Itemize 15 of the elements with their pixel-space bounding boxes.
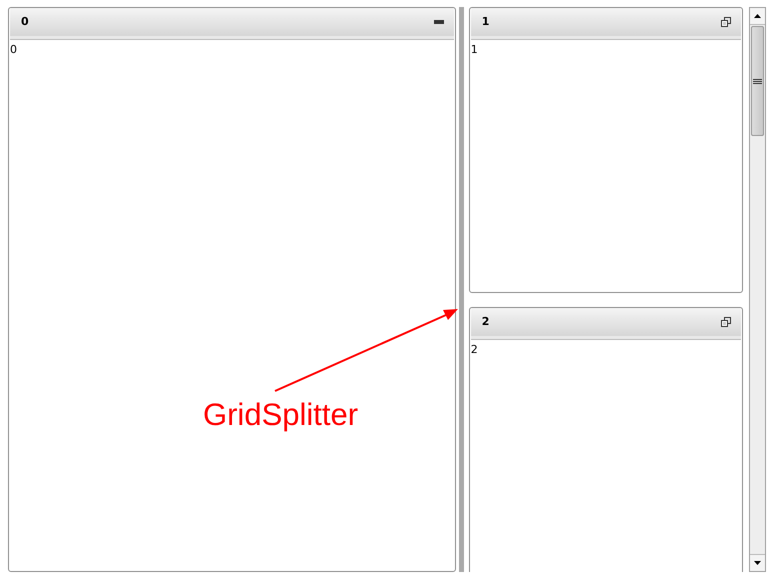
scroll-down-icon[interactable] bbox=[754, 561, 762, 565]
restore-icon[interactable] bbox=[721, 17, 732, 27]
minimize-icon[interactable] bbox=[434, 20, 444, 24]
panel-title: 2 bbox=[482, 314, 490, 330]
panel-title: 0 bbox=[21, 14, 29, 30]
scroll-thumb[interactable] bbox=[751, 26, 764, 136]
annotation-label: GridSplitter bbox=[203, 396, 358, 434]
restore-icon[interactable] bbox=[721, 317, 732, 327]
panel-content: 0 bbox=[10, 43, 17, 56]
grip-icon bbox=[753, 78, 762, 84]
panel-content: 2 bbox=[470, 343, 478, 356]
panel-content: 1 bbox=[470, 43, 478, 56]
panel-title: 1 bbox=[482, 14, 490, 30]
scrollbar[interactable] bbox=[749, 7, 766, 572]
scroll-up-icon[interactable] bbox=[754, 14, 762, 18]
